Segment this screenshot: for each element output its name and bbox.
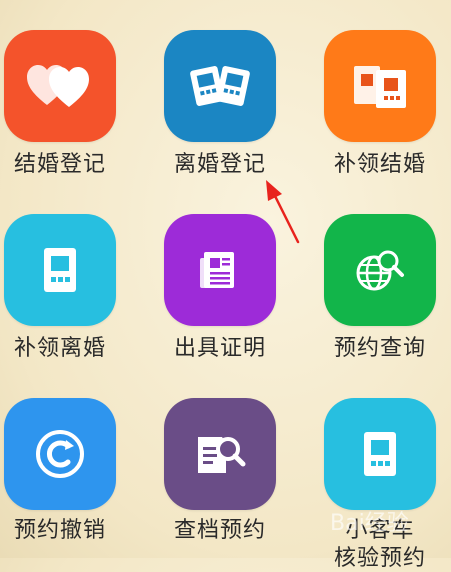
file-search-icon — [198, 437, 246, 473]
watermark: Bai经验 — [330, 511, 409, 536]
document-icon — [200, 252, 234, 288]
tile-issue-certificate[interactable] — [164, 214, 276, 326]
label-marriage-registration: 结婚登记 — [13, 152, 106, 177]
tile-archive-appointment[interactable] — [164, 398, 276, 510]
globe-search-icon — [356, 250, 404, 291]
label-replace-divorce-certificate: 补领离婚 — [13, 336, 106, 361]
label-replace-marriage-certificate: 补领结婚 — [333, 152, 426, 177]
cancel-circle-icon — [36, 430, 84, 478]
label-car-verification-line2: 核验预约 — [333, 546, 426, 571]
label-divorce-registration: 离婚登记 — [173, 152, 266, 177]
tile-car-verification-appointment[interactable] — [324, 398, 436, 510]
tile-marriage-registration[interactable] — [4, 30, 116, 142]
label-cancel-appointment: 预约撤销 — [13, 518, 106, 543]
split-certificates-icon — [190, 66, 250, 106]
certificate-pair-icon — [354, 66, 406, 108]
tile-appointment-query[interactable] — [324, 214, 436, 326]
label-issue-certificate: 出具证明 — [173, 336, 266, 361]
tile-cancel-appointment[interactable] — [4, 398, 116, 510]
hearts-icon — [27, 65, 89, 107]
tile-replace-divorce-certificate[interactable] — [4, 214, 116, 326]
tile-replace-marriage-certificate[interactable] — [324, 30, 436, 142]
tile-divorce-registration[interactable] — [164, 30, 276, 142]
label-archive-appointment: 查档预约 — [173, 518, 266, 543]
certificate-icon — [44, 248, 76, 292]
label-appointment-query: 预约查询 — [333, 336, 426, 361]
certificate-icon — [364, 432, 396, 476]
